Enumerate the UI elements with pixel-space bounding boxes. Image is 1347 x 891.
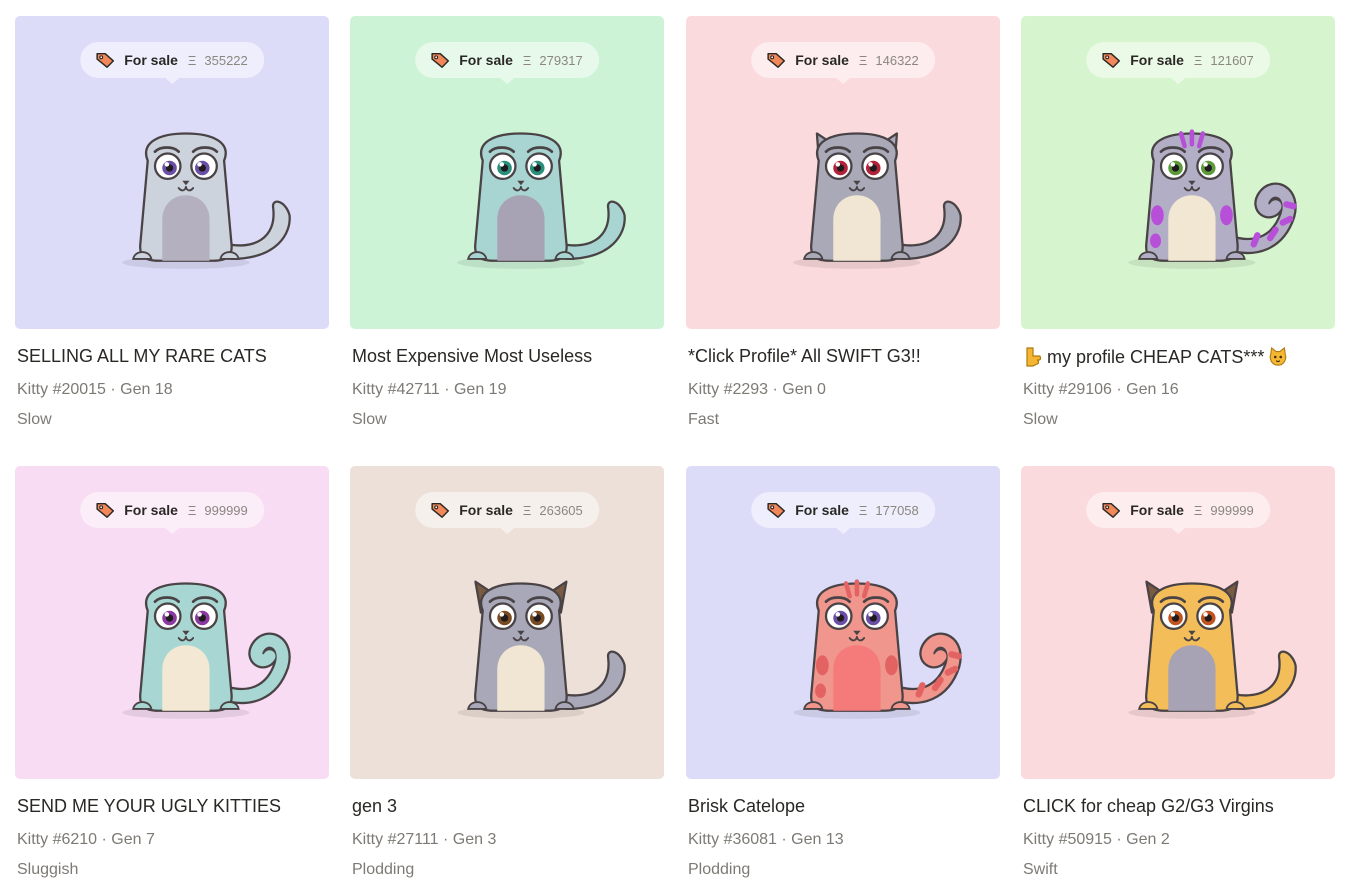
price-value: 263605 [539, 502, 583, 518]
price-tag-icon [94, 51, 116, 69]
for-sale-badge: For sale Ξ 355222 [80, 42, 264, 84]
kitty-title-text: Brisk Catelope [688, 796, 806, 816]
kitty-illustration [95, 548, 295, 728]
kitty-cooldown-speed: Sluggish [17, 861, 79, 878]
kitty-illustration [766, 98, 966, 278]
for-sale-badge: For sale Ξ 999999 [80, 492, 264, 534]
price-tag-icon [765, 51, 787, 69]
kitty-card[interactable]: For sale Ξ 999999 SEND ME YOUR UGLY KITTIES… [15, 466, 329, 890]
kitty-title[interactable]: CLICK for cheap G2/G3 Virgins [1023, 796, 1274, 817]
for-sale-label: For sale [124, 52, 178, 68]
for-sale-label: For sale [124, 502, 178, 518]
kitty-id-generation: Kitty #29106 · Gen 16 [1023, 381, 1179, 398]
kitty-title-text: gen 3 [352, 796, 398, 816]
kitty-card[interactable]: For sale Ξ 263605 gen 3 Kitty #27111 · Gen 3… [350, 466, 664, 890]
kitty-illustration [430, 98, 630, 278]
kitty-id-generation: Kitty #50915 · Gen 2 [1023, 831, 1170, 848]
kitty-illustration [1101, 98, 1301, 278]
kitty-id-generation: Kitty #6210 · Gen 7 [17, 831, 155, 848]
eth-symbol: Ξ [522, 502, 532, 518]
kitty-title[interactable]: *Click Profile* All SWIFT G3!! [688, 346, 921, 367]
for-sale-badge: For sale Ξ 263605 [415, 492, 599, 534]
kitty-title-text: CLICK for cheap G2/G3 Virgins [1023, 796, 1274, 816]
kitty-id-generation: Kitty #2293 · Gen 0 [688, 381, 826, 398]
price-value: 146322 [875, 52, 919, 68]
price-value: 999999 [1210, 502, 1254, 518]
kitty-card[interactable]: For sale Ξ 177058 Brisk Catelope Kitty #3608… [686, 466, 1000, 890]
kitty-cooldown-speed: Slow [352, 411, 387, 428]
eth-symbol: Ξ [858, 502, 868, 518]
pointing-hand-icon [1026, 347, 1042, 367]
price-value: 177058 [875, 502, 919, 518]
kitty-title-text: SELLING ALL MY RARE CATS [17, 346, 267, 366]
kitty-image-tile[interactable]: For sale Ξ 121607 [1021, 16, 1335, 329]
eth-symbol: Ξ [187, 52, 197, 68]
kitty-card[interactable]: For sale Ξ 146322 *Click Profile* All SWIFT… [686, 16, 1000, 440]
price-tag-icon [1100, 501, 1122, 519]
kitty-title[interactable]: SELLING ALL MY RARE CATS [17, 346, 267, 367]
kitty-image-tile[interactable]: For sale Ξ 355222 [15, 16, 329, 329]
kitty-title-text: SEND ME YOUR UGLY KITTIES [17, 796, 282, 816]
kitty-id-generation: Kitty #42711 · Gen 19 [352, 381, 507, 398]
kitty-title[interactable]: Most Expensive Most Useless [352, 346, 592, 367]
eth-symbol: Ξ [858, 52, 868, 68]
kitty-cooldown-speed: Plodding [352, 861, 415, 878]
eth-symbol: Ξ [1193, 502, 1203, 518]
cat-face-icon [1270, 346, 1287, 366]
price-value: 355222 [204, 52, 248, 68]
kitty-illustration [766, 548, 966, 728]
kitty-id-generation: Kitty #20015 · Gen 18 [17, 381, 173, 398]
for-sale-badge: For sale Ξ 177058 [751, 492, 935, 534]
for-sale-badge: For sale Ξ 146322 [751, 42, 935, 84]
kitty-illustration [430, 548, 630, 728]
kitty-card[interactable]: For sale Ξ 121607 my profile CHEAP CATS*** K… [1021, 16, 1335, 440]
for-sale-badge: For sale Ξ 121607 [1086, 42, 1270, 84]
eth-symbol: Ξ [187, 502, 197, 518]
for-sale-label: For sale [459, 52, 513, 68]
kitty-image-tile[interactable]: For sale Ξ 177058 [686, 466, 1000, 779]
kitty-card[interactable]: For sale Ξ 999999 CLICK for cheap G2/G3 Vir… [1021, 466, 1335, 890]
kitty-title[interactable]: Brisk Catelope [688, 796, 805, 817]
kitty-illustration [95, 98, 295, 278]
price-value: 999999 [204, 502, 248, 518]
kitty-card[interactable]: For sale Ξ 355222 SELLING ALL MY RARE CATS K… [15, 16, 329, 440]
kitty-image-tile[interactable]: For sale Ξ 999999 [1021, 466, 1335, 779]
kitty-title[interactable]: SEND ME YOUR UGLY KITTIES [17, 796, 281, 817]
kitty-title-text: my profile CHEAP CATS*** [1047, 346, 1265, 367]
kitty-cooldown-speed: Slow [17, 411, 52, 428]
kitty-illustration [1101, 548, 1301, 728]
kitty-title[interactable]: gen 3 [352, 796, 397, 817]
kitty-cooldown-speed: Plodding [688, 861, 751, 878]
for-sale-label: For sale [1130, 52, 1184, 68]
eth-symbol: Ξ [522, 52, 532, 68]
for-sale-badge: For sale Ξ 999999 [1086, 492, 1270, 534]
kitty-card[interactable]: For sale Ξ 279317 Most Expensive Most Usele… [350, 16, 664, 440]
price-tag-icon [765, 501, 787, 519]
for-sale-label: For sale [795, 52, 849, 68]
price-value: 121607 [1210, 52, 1254, 68]
kitty-title-text: *Click Profile* All SWIFT G3!! [688, 346, 921, 366]
kitty-image-tile[interactable]: For sale Ξ 146322 [686, 16, 1000, 329]
kitty-cooldown-speed: Fast [688, 411, 720, 428]
kitty-id-generation: Kitty #27111 · Gen 3 [352, 831, 497, 848]
eth-symbol: Ξ [1193, 52, 1203, 68]
for-sale-badge: For sale Ξ 279317 [415, 42, 599, 84]
kitty-title[interactable]: my profile CHEAP CATS*** [1023, 346, 1288, 368]
for-sale-label: For sale [459, 502, 513, 518]
price-tag-icon [429, 501, 451, 519]
for-sale-label: For sale [1130, 502, 1184, 518]
kitty-image-tile[interactable]: For sale Ξ 999999 [15, 466, 329, 779]
price-tag-icon [94, 501, 116, 519]
kitty-image-tile[interactable]: For sale Ξ 263605 [350, 466, 664, 779]
kitty-cooldown-speed: Slow [1023, 411, 1058, 428]
kitty-title-text: Most Expensive Most Useless [352, 346, 593, 366]
price-tag-icon [1100, 51, 1122, 69]
kitty-cooldown-speed: Swift [1023, 861, 1058, 878]
price-value: 279317 [539, 52, 583, 68]
kitty-image-tile[interactable]: For sale Ξ 279317 [350, 16, 664, 329]
price-tag-icon [429, 51, 451, 69]
kitty-id-generation: Kitty #36081 · Gen 13 [688, 831, 844, 848]
for-sale-label: For sale [795, 502, 849, 518]
